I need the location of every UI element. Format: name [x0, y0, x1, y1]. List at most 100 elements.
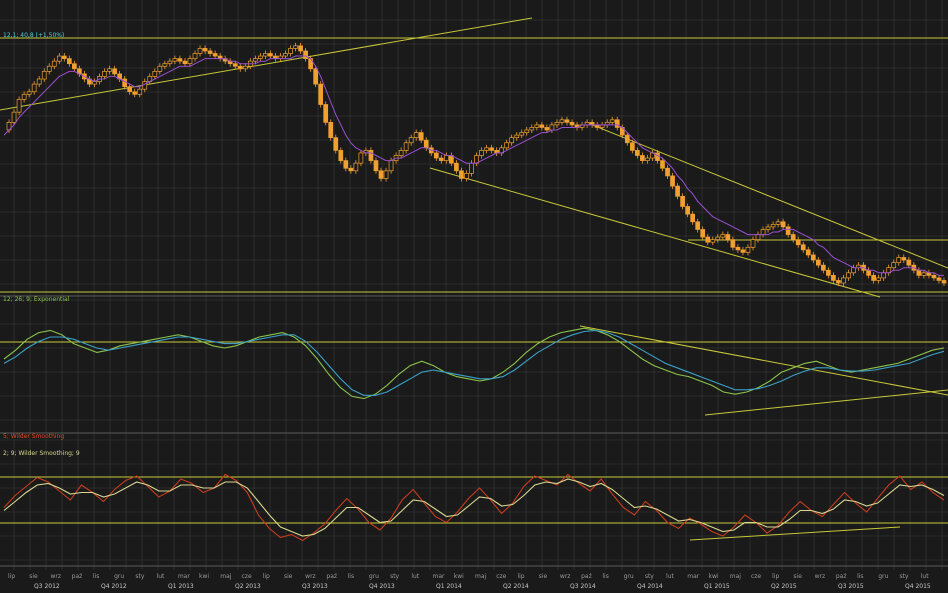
candle-body [383, 170, 389, 179]
candle-body [821, 264, 826, 271]
month-tick-label: sie [284, 573, 293, 580]
quarter-tick-label: Q4 2012 [101, 583, 127, 590]
quarter-tick-label: Q3 2013 [302, 583, 328, 590]
stoch-legend-2: 2; 9; Wilder Smoothing; 9 [3, 450, 80, 457]
candle-body [730, 239, 736, 248]
month-tick-label: kwi [709, 573, 719, 580]
candle-body [51, 60, 57, 67]
candle-body [313, 68, 319, 85]
candle-body [137, 88, 143, 95]
month-tick-label: sty [390, 573, 399, 580]
candle-body [469, 162, 474, 174]
candle-body [645, 157, 650, 161]
candle-body [876, 277, 882, 281]
candle-body [16, 99, 22, 113]
candle-body [916, 269, 922, 276]
candle-body [559, 119, 565, 123]
candle-body [831, 275, 836, 281]
quarter-tick-label: Q2 2015 [771, 583, 797, 590]
candle-body [152, 70, 158, 77]
quarter-tick-label: Q2 2013 [235, 583, 261, 590]
candle-body [614, 119, 620, 128]
quarter-tick-label: Q4 2014 [637, 583, 663, 590]
month-tick-label: gru [369, 573, 379, 580]
candle-body [675, 185, 680, 197]
month-tick-label: gru [114, 573, 124, 580]
candle-body [795, 239, 801, 246]
candle-body [438, 157, 444, 161]
candle-body [232, 63, 238, 67]
candle-body [303, 50, 308, 59]
candle-body [177, 58, 183, 62]
candle-body [56, 55, 62, 62]
candle-body [846, 272, 851, 279]
candle-body [635, 150, 640, 156]
month-tick-label: maj [220, 573, 232, 580]
candle-body [127, 86, 133, 93]
chart-window: lip sie wrz paź lis gru sty lut mar kwi maj cze lip s… [0, 0, 948, 593]
month-tick-label: lut [157, 573, 165, 580]
candle-body [444, 155, 449, 161]
candle-body [388, 160, 394, 172]
stock-chart: lip sie wrz paź lis gru sty lut mar kwi maj cze lip s… [0, 0, 948, 593]
candle-body [609, 119, 615, 123]
candle-body [770, 224, 776, 228]
candle-body [172, 58, 178, 62]
candle-body [815, 259, 821, 266]
candle-body [21, 93, 27, 100]
candle-body [132, 91, 138, 95]
candle-body [72, 63, 77, 70]
candle-body [891, 262, 897, 269]
candle-body [197, 48, 203, 54]
candle-body [785, 226, 791, 235]
candle-body [740, 249, 746, 253]
candle-body [841, 277, 846, 284]
candle-body [780, 221, 786, 228]
candle-body [735, 246, 741, 251]
candle-body [539, 124, 545, 128]
candle-body [202, 48, 208, 52]
candle-body [805, 249, 811, 256]
candle-body [464, 173, 469, 179]
macd-legend: 12; 26; 9; Exponential [3, 296, 70, 303]
candle-body [408, 137, 414, 144]
quarter-tick-label: Q3 2012 [34, 583, 60, 590]
candle-body [514, 134, 520, 139]
candle-body [629, 142, 635, 151]
candle-body [187, 58, 193, 65]
candle-body [881, 272, 887, 279]
month-tick-label: kwi [454, 573, 464, 580]
candle-body [368, 150, 374, 161]
stoch-legend-1: 5; Wilder Smoothing [3, 433, 64, 440]
month-tick-label: wrz [50, 573, 61, 580]
candle-body [519, 132, 525, 136]
candle-body [896, 257, 902, 263]
candle-body [11, 111, 17, 123]
month-tick-label: sty [900, 573, 909, 580]
candle-body [554, 121, 560, 126]
candle-body [790, 234, 796, 241]
candle-body [413, 132, 419, 139]
month-tick-label: paź [326, 573, 337, 580]
candle-body [936, 277, 942, 281]
candle-body [775, 221, 781, 225]
candle-body [353, 162, 359, 172]
candle-body [851, 267, 856, 274]
candle-body [293, 45, 298, 49]
candle-body [112, 68, 117, 75]
candle-body [237, 65, 243, 70]
quarter-tick-label: Q1 2015 [704, 583, 730, 590]
quarter-tick-label: Q1 2013 [168, 583, 194, 590]
candle-body [710, 239, 716, 243]
month-tick-label: cze [242, 573, 252, 580]
candle-body [283, 53, 288, 57]
candle-body [941, 280, 947, 284]
candle-body [720, 234, 726, 238]
candle-body [378, 170, 384, 179]
candle-body [46, 65, 52, 72]
month-tick-label: sie [539, 573, 548, 580]
candle-body [504, 142, 510, 149]
candle-body [348, 167, 354, 172]
month-tick-label: sty [645, 573, 654, 580]
candle-body [31, 83, 37, 93]
